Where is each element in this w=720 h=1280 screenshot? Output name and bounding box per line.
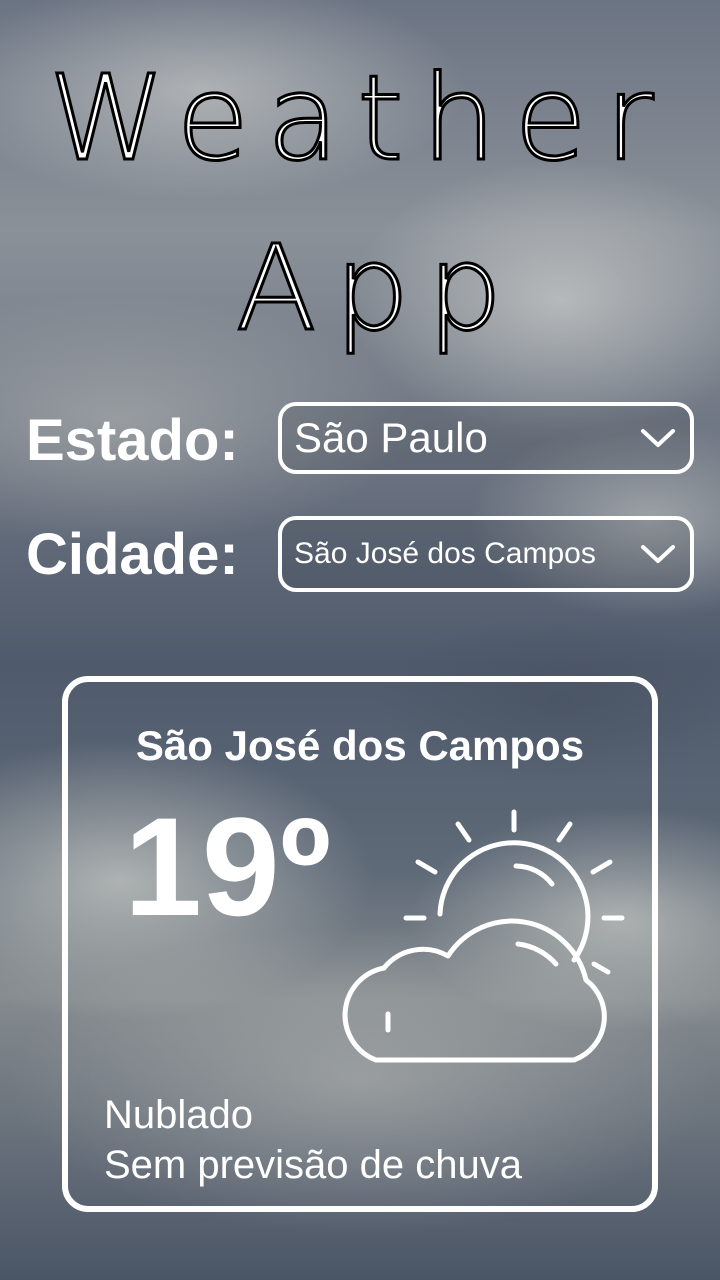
estado-select[interactable]: São Paulo	[278, 402, 694, 474]
cidade-label: Cidade:	[26, 522, 239, 587]
chevron-down-icon	[641, 429, 675, 447]
estado-label: Estado:	[26, 408, 239, 473]
weather-city: São José dos Campos	[135, 722, 585, 769]
weather-condition: Nublado	[104, 1093, 254, 1137]
estado-select-value: São Paulo	[294, 414, 488, 461]
chevron-down-icon	[641, 545, 675, 563]
weather-temperature: 19º	[124, 788, 331, 945]
weather-rain-forecast: Sem previsão de chuva	[104, 1143, 523, 1187]
cidade-select-value: São José dos Campos	[294, 537, 596, 570]
weather-card: São José dos Campos 19º Nublado Sem prev…	[62, 676, 658, 1212]
cidade-select[interactable]: São José dos Campos	[278, 516, 694, 592]
app-title-line1: Weather	[47, 49, 672, 187]
partly-cloudy-icon	[342, 809, 625, 1063]
app-title-line2: App	[234, 219, 521, 357]
